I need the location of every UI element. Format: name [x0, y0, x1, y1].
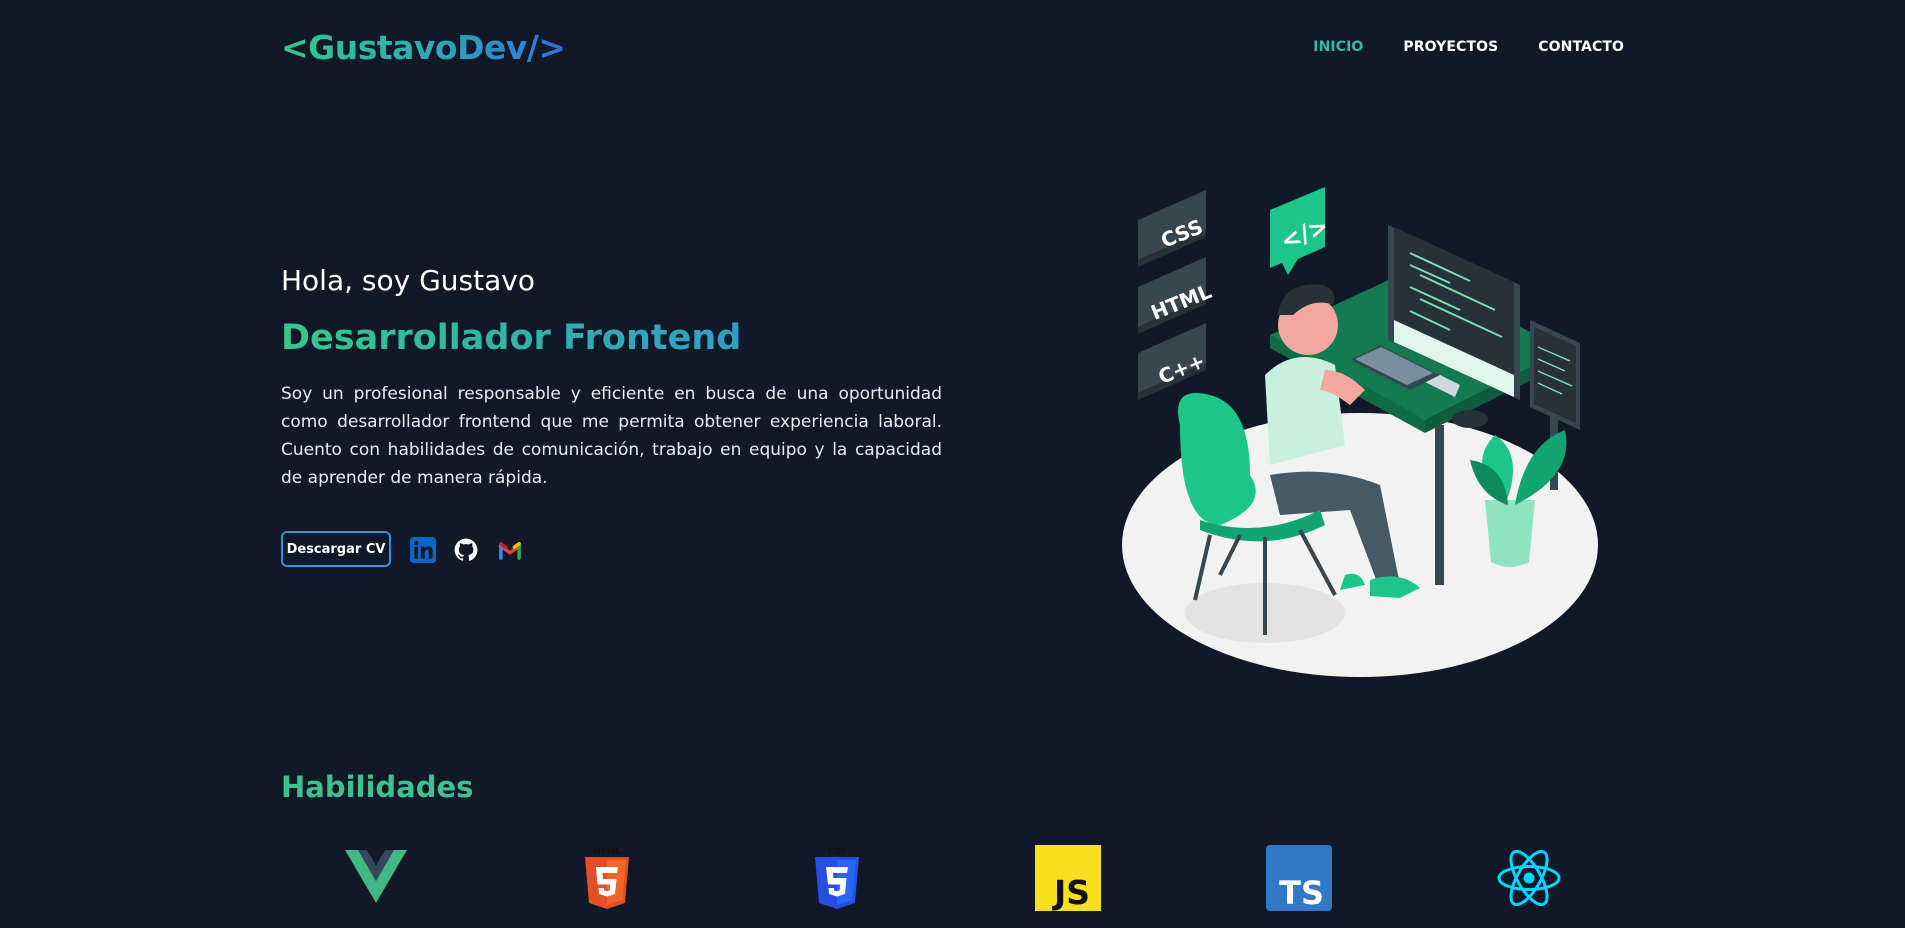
hero-role: Desarrollador Frontend	[281, 318, 742, 358]
css3-icon: CSS	[815, 847, 859, 909]
skills-title: Habilidades	[281, 770, 474, 804]
site-logo[interactable]: <GustavoDev/>	[281, 28, 566, 67]
linkedin-icon[interactable]	[410, 537, 436, 563]
download-cv-button[interactable]: Descargar CV	[281, 531, 391, 567]
hero-greeting: Hola, soy Gustavo	[281, 264, 535, 297]
svg-text:HTML: HTML	[593, 847, 622, 857]
nav-inicio[interactable]: INICIO	[1313, 39, 1363, 55]
vue-icon	[345, 850, 407, 903]
main-nav: INICIO PROYECTOS CONTACTO	[1313, 39, 1624, 55]
typescript-icon: TS	[1266, 845, 1332, 911]
javascript-icon: JS	[1035, 845, 1101, 911]
developer-illustration: CSS HTML C++ </>	[1122, 187, 1598, 677]
code-bubble-icon: </>	[1270, 187, 1333, 275]
nav-contacto[interactable]: CONTACTO	[1538, 39, 1624, 55]
nav-proyectos[interactable]: PROYECTOS	[1403, 39, 1498, 55]
hero-bio: Soy un profesional responsable y eficien…	[281, 384, 942, 488]
react-icon	[1497, 849, 1561, 907]
svg-text:JS: JS	[1052, 873, 1090, 911]
cpp-tag-icon: C++	[1138, 323, 1208, 400]
html5-icon: HTML	[585, 847, 629, 909]
css-tag-icon: CSS	[1138, 190, 1206, 267]
github-icon[interactable]	[453, 537, 479, 563]
svg-text:TS: TS	[1279, 874, 1324, 911]
svg-text:CSS: CSS	[827, 847, 846, 857]
html-tag-icon: HTML	[1138, 257, 1215, 334]
gmail-icon[interactable]	[497, 537, 523, 563]
